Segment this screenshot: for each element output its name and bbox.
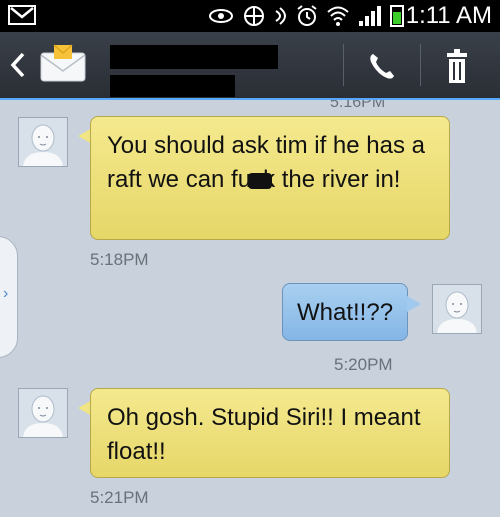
eye-icon <box>209 9 233 23</box>
message-text: Oh gosh. Stupid Siri!! I meant float!! <box>107 404 421 465</box>
contact-avatar[interactable] <box>18 388 68 438</box>
status-icons <box>208 4 404 28</box>
bubble-tail <box>407 296 421 312</box>
message-bubble-incoming[interactable]: You should ask tim if he has a raft we c… <box>90 116 450 240</box>
message-timestamp: 5:18PM <box>90 250 149 269</box>
person-icon <box>433 285 481 333</box>
gmail-icon <box>8 5 36 25</box>
status-clock: 1:11 AM <box>405 2 492 29</box>
envelope-icon[interactable] <box>40 43 86 83</box>
side-panel-handle[interactable]: › <box>0 236 18 358</box>
message-timestamp: 5:16PM <box>330 100 386 111</box>
volume-icon <box>275 7 286 25</box>
back-icon[interactable] <box>10 52 26 82</box>
conversation-header <box>0 32 500 100</box>
call-button[interactable] <box>355 46 407 86</box>
contact-number-redacted <box>110 75 235 97</box>
alarm-icon <box>297 5 317 26</box>
my-avatar[interactable] <box>432 284 482 334</box>
message-text: What!!?? <box>297 299 394 326</box>
message-bubble-incoming[interactable]: Oh gosh. Stupid Siri!! I meant float!! <box>90 388 450 478</box>
message-text: the river in! <box>275 166 401 193</box>
trash-icon <box>447 49 467 83</box>
header-divider <box>343 44 344 86</box>
message-bubble-outgoing[interactable]: What!!?? <box>282 283 408 341</box>
phone-icon <box>370 54 394 79</box>
message-list[interactable]: 5:16PM › You should ask tim if he has a … <box>0 100 500 517</box>
chevron-right-icon: › <box>3 285 9 302</box>
header-divider <box>420 44 421 86</box>
nfc-icon <box>244 6 264 26</box>
message-timestamp: 5:20PM <box>334 355 393 374</box>
signal-icon <box>359 6 381 26</box>
person-icon <box>19 118 67 166</box>
message-timestamp: 5:21PM <box>90 488 149 507</box>
person-icon <box>19 389 67 437</box>
delete-button[interactable] <box>432 46 484 86</box>
contact-avatar[interactable] <box>18 117 68 167</box>
status-bar: 1:11 AM <box>0 0 500 32</box>
message-text-scribbled: uck <box>238 163 275 197</box>
contact-name-redacted <box>110 45 278 69</box>
battery-icon <box>390 5 404 27</box>
wifi-icon <box>327 6 349 26</box>
